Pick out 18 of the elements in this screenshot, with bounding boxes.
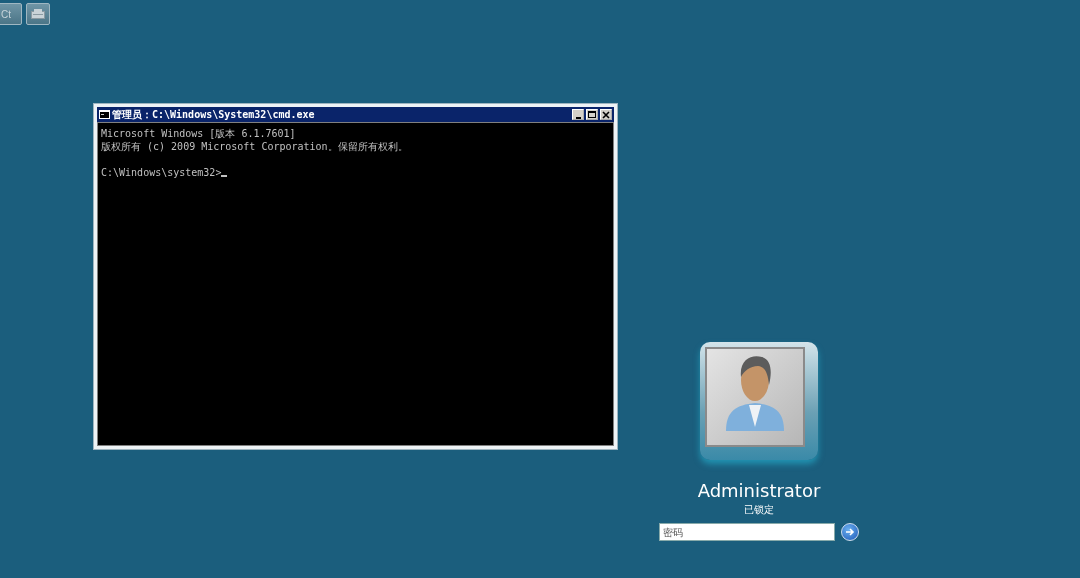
console-line: 版权所有 (c) 2009 Microsoft Corporation。保留所有权利。 bbox=[101, 140, 409, 153]
lock-status: 已锁定 bbox=[744, 503, 774, 517]
window-title: 管理员：C:\Windows\System32\cmd.exe bbox=[112, 107, 315, 122]
minimize-button[interactable] bbox=[572, 109, 584, 120]
console-prompt: C:\Windows\system32> bbox=[101, 166, 222, 179]
password-field[interactable]: 密码 bbox=[659, 523, 835, 541]
console-line: Microsoft Windows [版本 6.1.7601] bbox=[101, 127, 297, 140]
submit-button[interactable] bbox=[841, 523, 859, 541]
text-cursor bbox=[221, 175, 228, 177]
minimize-icon bbox=[575, 116, 581, 119]
user-name: Administrator bbox=[697, 480, 821, 501]
arrow-icon bbox=[845, 527, 855, 537]
maximize-button[interactable] bbox=[586, 109, 598, 120]
close-icon bbox=[601, 109, 611, 120]
maximize-icon bbox=[587, 109, 597, 120]
toolbar-button[interactable]: Ct bbox=[0, 3, 22, 25]
close-button[interactable] bbox=[600, 109, 612, 120]
console-icon bbox=[99, 110, 110, 119]
